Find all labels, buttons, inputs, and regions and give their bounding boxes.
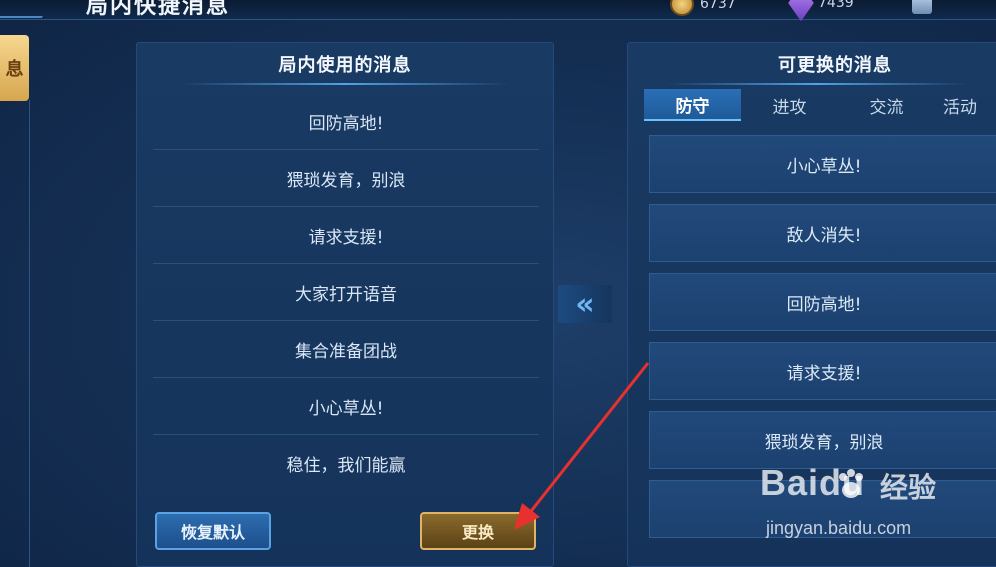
used-message-item[interactable]: 稳住，我们能赢 xyxy=(153,435,539,492)
watermark-url: jingyan.baidu.com xyxy=(766,518,912,538)
annotation-arrow-icon xyxy=(514,362,650,530)
used-message-item[interactable]: 回防高地! xyxy=(153,93,539,150)
used-messages-list: 回防高地! 猥琐发育，别浪 请求支援! 大家打开语音 集合准备团战 小心草丛! … xyxy=(153,93,539,492)
available-option[interactable]: 回防高地! xyxy=(649,273,996,331)
watermark-cn: 经验 xyxy=(880,471,937,504)
used-message-item[interactable]: 大家打开语音 xyxy=(153,264,539,321)
used-message-item[interactable]: 集合准备团战 xyxy=(153,321,539,378)
available-option[interactable]: 敌人消失! xyxy=(649,204,996,262)
gold-coin-icon xyxy=(670,0,694,16)
move-left-button[interactable]: « xyxy=(558,285,612,323)
used-messages-panel: 局内使用的消息 回防高地! 猥琐发育，别浪 请求支援! 大家打开语音 集合准备团… xyxy=(136,42,554,567)
used-message-item[interactable]: 猥琐发育，别浪 xyxy=(153,150,539,207)
gold-currency: 6737 xyxy=(670,0,736,16)
purple-gem-icon xyxy=(788,0,814,22)
reset-default-button[interactable]: 恢复默认 xyxy=(155,512,271,550)
baidu-watermark: Baidu 经验 jingyan.baidu.com xyxy=(760,462,990,547)
tab-attack[interactable]: 进攻 xyxy=(741,89,838,121)
used-message-item[interactable]: 请求支援! xyxy=(153,207,539,264)
available-messages-title: 可更换的消息 xyxy=(628,43,996,85)
sidebar-divider xyxy=(29,100,30,567)
gem-currency: 7439 xyxy=(788,0,854,22)
gem-value: 7439 xyxy=(818,0,854,11)
paw-icon xyxy=(839,469,863,498)
available-option[interactable]: 猥琐发育，别浪 xyxy=(649,411,996,469)
crystal-icon xyxy=(912,0,932,14)
used-message-item[interactable]: 小心草丛! xyxy=(153,378,539,435)
crystal-currency xyxy=(912,0,932,14)
tab-defense[interactable]: 防守 xyxy=(644,89,741,121)
tab-activity[interactable]: 活动 xyxy=(935,89,985,121)
tab-communication[interactable]: 交流 xyxy=(838,89,935,121)
back-button[interactable] xyxy=(0,0,59,18)
sidebar-tab-messages[interactable]: 息 xyxy=(0,35,29,101)
gold-value: 6737 xyxy=(700,0,736,12)
category-tabs: 防守 进攻 交流 活动 xyxy=(644,89,996,121)
used-messages-title: 局内使用的消息 xyxy=(137,43,553,85)
available-option[interactable]: 小心草丛! xyxy=(649,135,996,193)
page-title: 局内快捷消息 xyxy=(86,0,231,19)
available-option[interactable]: 请求支援! xyxy=(649,342,996,400)
double-chevron-left-icon: « xyxy=(575,286,595,322)
top-bar: 局内快捷消息 6737 7439 xyxy=(0,0,996,22)
